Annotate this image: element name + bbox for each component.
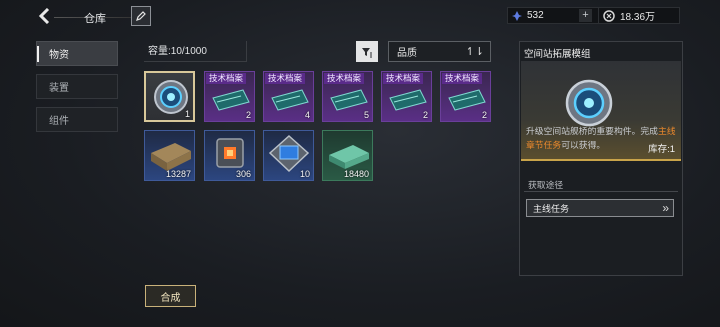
- sort-order-icon: ↿⇂: [465, 46, 484, 58]
- coin-resource: 18.36万: [598, 7, 680, 24]
- source-main-quest-button[interactable]: 主线任务 »: [526, 199, 674, 217]
- item-count: 2: [481, 110, 487, 120]
- crystal-resource: 532 +: [507, 7, 603, 24]
- item-count: 13287: [165, 169, 191, 179]
- desc-text: 可以获得。: [561, 140, 606, 150]
- item-count: 1: [184, 109, 190, 119]
- item-slot[interactable]: 技术档案 5: [322, 71, 373, 122]
- item-slot[interactable]: 技术档案 4: [263, 71, 314, 122]
- coin-amount: 18.36万: [620, 12, 656, 23]
- tab-materials[interactable]: 物资: [36, 41, 118, 66]
- synthesize-button[interactable]: 合成: [145, 285, 196, 307]
- crystal-amount: 532: [527, 10, 544, 21]
- edit-button[interactable]: [131, 6, 151, 26]
- item-count: 306: [235, 169, 251, 179]
- tab-devices[interactable]: 装置: [36, 74, 118, 99]
- item-slot[interactable]: 技术档案 2: [204, 71, 255, 122]
- item-count: 2: [245, 110, 251, 120]
- item-tag: 技术档案: [206, 73, 247, 84]
- item-slot[interactable]: 10: [263, 130, 314, 181]
- filter-button[interactable]: [356, 41, 378, 62]
- filter-icon: [362, 47, 372, 57]
- sort-selected: 品质: [397, 48, 417, 59]
- tab-components[interactable]: 组件: [36, 107, 118, 132]
- page-title: 仓库: [84, 13, 106, 25]
- item-count: 2: [422, 110, 428, 120]
- source-heading: 获取途径: [524, 178, 678, 192]
- item-count: 18480: [343, 169, 369, 179]
- double-chevron-right-icon: »: [662, 201, 669, 215]
- sort-dropdown[interactable]: 品质 ↿⇂: [388, 41, 491, 62]
- item-slot[interactable]: 1: [144, 71, 195, 122]
- item-slot[interactable]: 306: [204, 130, 255, 181]
- crystal-icon: [512, 10, 522, 21]
- item-detail-panel: 空间站拓展模组 库存:1 升级空间站舰桥的重要构件。完成主线章节任务可以获得。 …: [519, 41, 683, 276]
- capacity-label: 容量:10/1000: [144, 41, 247, 62]
- item-count: 4: [304, 110, 310, 120]
- source-button-label: 主线任务: [533, 203, 570, 214]
- detail-description: 升级空间站舰桥的重要构件。完成主线章节任务可以获得。: [526, 124, 678, 152]
- item-tag: 技术档案: [324, 73, 365, 84]
- item-tag: 技术档案: [265, 73, 306, 84]
- item-tag: 技术档案: [442, 73, 483, 84]
- add-crystal-button[interactable]: +: [579, 9, 592, 22]
- desc-text: 升级空间站舰桥的重要构件。完成: [526, 126, 658, 136]
- coin-icon: [603, 9, 615, 22]
- pencil-icon: [136, 11, 146, 21]
- item-slot[interactable]: 技术档案 2: [440, 71, 491, 122]
- item-count: 10: [299, 169, 310, 179]
- tab-label: 组件: [49, 116, 69, 127]
- item-slot[interactable]: 13287: [144, 130, 195, 181]
- chevron-left-icon: [38, 8, 50, 24]
- item-slot[interactable]: 技术档案 2: [381, 71, 432, 122]
- item-tag: 技术档案: [383, 73, 424, 84]
- item-count: 5: [363, 110, 369, 120]
- tab-label: 物资: [49, 50, 69, 61]
- detail-title: 空间站拓展模组: [524, 49, 591, 60]
- tab-label: 装置: [49, 83, 69, 94]
- item-slot[interactable]: 18480: [322, 130, 373, 181]
- back-button[interactable]: [34, 6, 56, 26]
